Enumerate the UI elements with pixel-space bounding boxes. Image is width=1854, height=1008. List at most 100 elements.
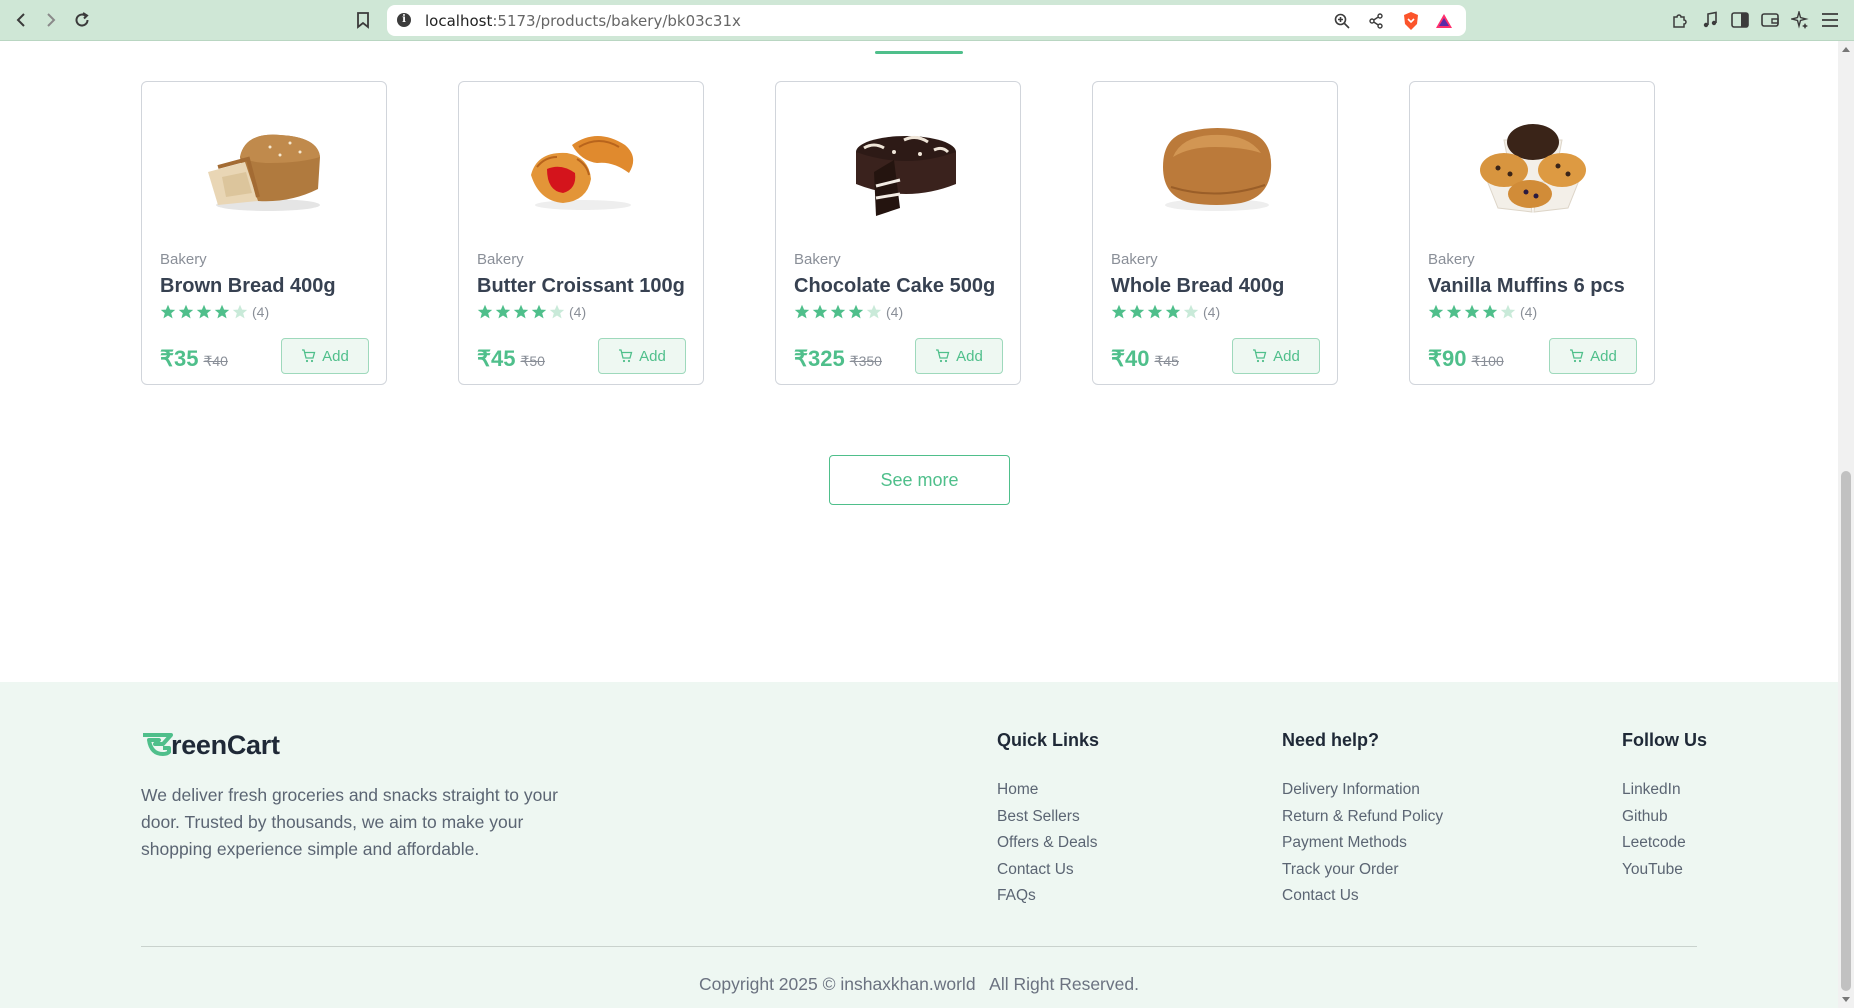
star-rating: (4) <box>160 304 269 320</box>
star-empty-icon <box>866 304 882 319</box>
chocolate-cake-image[interactable] <box>776 102 1022 232</box>
star-filled-icon <box>178 304 194 319</box>
product-name[interactable]: Whole Bread 400g <box>1111 275 1284 298</box>
star-filled-icon <box>477 304 493 319</box>
product-name[interactable]: Butter Croissant 100g <box>477 275 685 298</box>
site-info-icon[interactable]: i <box>397 13 411 27</box>
star-filled-icon <box>1464 304 1480 319</box>
page-scrollbar[interactable] <box>1838 41 1854 1008</box>
media-icon[interactable] <box>1698 8 1722 32</box>
product-card[interactable]: Bakery Vanilla Muffins 6 pcs (4) ₹90 ₹10… <box>1409 81 1655 385</box>
add-to-cart-button[interactable]: Add <box>598 338 686 374</box>
footer-link-delivery-information[interactable]: Delivery Information <box>1282 777 1443 804</box>
forward-icon[interactable] <box>39 8 63 32</box>
original-price: ₹40 <box>203 353 228 369</box>
scrollbar-thumb[interactable] <box>1841 471 1851 991</box>
product-card[interactable]: Bakery Whole Bread 400g (4) ₹40 ₹45 Add <box>1092 81 1338 385</box>
back-icon[interactable] <box>9 8 33 32</box>
star-filled-icon <box>812 304 828 319</box>
add-to-cart-button[interactable]: Add <box>1549 338 1637 374</box>
product-card[interactable]: Bakery Butter Croissant 100g (4) ₹45 ₹50… <box>458 81 704 385</box>
greencart-logo[interactable]: reenCart <box>141 730 280 761</box>
footer-link-leetcode[interactable]: Leetcode <box>1622 830 1707 857</box>
page-content: Bakery Brown Bread 400g (4) ₹35 ₹40 Add <box>0 41 1838 1008</box>
logo-mark-icon <box>143 732 173 756</box>
footer-link-offers-deals[interactable]: Offers & Deals <box>997 830 1099 857</box>
footer-link-best-sellers[interactable]: Best Sellers <box>997 804 1099 831</box>
footer-link-youtube[interactable]: YouTube <box>1622 857 1707 884</box>
current-price: ₹325 <box>794 346 845 371</box>
browser-toolbar: i localhost:5173/products/bakery/bk03c31… <box>0 0 1854 41</box>
add-to-cart-button[interactable]: Add <box>281 338 369 374</box>
footer-link-contact-us[interactable]: Contact Us <box>997 857 1099 884</box>
whole-bread-image[interactable] <box>1093 102 1339 232</box>
star-filled-icon <box>513 304 529 319</box>
follow-us-heading: Follow Us <box>1622 730 1707 750</box>
bookmark-icon[interactable] <box>351 8 375 32</box>
product-category: Bakery <box>794 251 841 268</box>
star-filled-icon <box>794 304 810 319</box>
star-filled-icon <box>1165 304 1181 319</box>
rating-count: (4) <box>252 304 270 320</box>
star-empty-icon <box>549 304 565 319</box>
url-text[interactable]: localhost:5173/products/bakery/bk03c31x <box>425 12 741 30</box>
footer-link-return-refund[interactable]: Return & Refund Policy <box>1282 804 1443 831</box>
footer-link-track-order[interactable]: Track your Order <box>1282 857 1443 884</box>
extensions-icon[interactable] <box>1668 8 1692 32</box>
brave-shield-icon[interactable] <box>1400 10 1422 32</box>
footer-link-faqs[interactable]: FAQs <box>997 883 1099 910</box>
footer-link-home[interactable]: Home <box>997 777 1099 804</box>
original-price: ₹50 <box>520 353 545 369</box>
product-price: ₹35 ₹40 <box>160 346 228 372</box>
wallet-icon[interactable] <box>1758 8 1782 32</box>
brave-rewards-icon[interactable] <box>1433 10 1455 32</box>
footer-link-linkedin[interactable]: LinkedIn <box>1622 777 1707 804</box>
footer: reenCart We deliver fresh groceries and … <box>0 682 1838 1008</box>
current-price: ₹35 <box>160 346 199 371</box>
footer-link-github[interactable]: Github <box>1622 804 1707 831</box>
address-bar[interactable]: i localhost:5173/products/bakery/bk03c31… <box>387 5 1466 36</box>
product-card[interactable]: Bakery Chocolate Cake 500g (4) ₹325 ₹350… <box>775 81 1021 385</box>
cart-icon <box>1253 349 1267 363</box>
add-button-label: Add <box>956 347 983 365</box>
product-price: ₹90 ₹100 <box>1428 346 1504 372</box>
croissant-image[interactable] <box>459 102 705 232</box>
scroll-up-arrow-icon[interactable] <box>1842 47 1850 52</box>
quick-links-column: Quick Links Home Best Sellers Offers & D… <box>997 730 1099 910</box>
star-filled-icon <box>830 304 846 319</box>
star-rating: (4) <box>1111 304 1220 320</box>
add-to-cart-button[interactable]: Add <box>915 338 1003 374</box>
star-filled-icon <box>1482 304 1498 319</box>
star-rating: (4) <box>794 304 903 320</box>
product-name[interactable]: Chocolate Cake 500g <box>794 275 995 298</box>
brown-bread-image[interactable] <box>142 102 388 232</box>
product-category: Bakery <box>1428 251 1475 268</box>
product-category: Bakery <box>1111 251 1158 268</box>
cart-icon <box>619 349 633 363</box>
star-rating: (4) <box>477 304 586 320</box>
zoom-icon[interactable] <box>1331 10 1353 32</box>
menu-icon[interactable] <box>1818 8 1842 32</box>
leo-ai-icon[interactable] <box>1788 8 1812 32</box>
scroll-down-arrow-icon[interactable] <box>1842 997 1850 1002</box>
share-icon[interactable] <box>1365 10 1387 32</box>
add-to-cart-button[interactable]: Add <box>1232 338 1320 374</box>
cart-icon <box>302 349 316 363</box>
reload-icon[interactable] <box>70 8 94 32</box>
product-card[interactable]: Bakery Brown Bread 400g (4) ₹35 ₹40 Add <box>141 81 387 385</box>
section-title-underline <box>875 51 963 54</box>
product-name[interactable]: Brown Bread 400g <box>160 275 336 298</box>
rating-count: (4) <box>1520 304 1538 320</box>
sidebar-icon[interactable] <box>1728 8 1752 32</box>
rating-count: (4) <box>1203 304 1221 320</box>
logo-text: reenCart <box>171 730 280 760</box>
product-name[interactable]: Vanilla Muffins 6 pcs <box>1428 275 1625 298</box>
star-filled-icon <box>1111 304 1127 319</box>
footer-link-payment-methods[interactable]: Payment Methods <box>1282 830 1443 857</box>
see-more-button[interactable]: See more <box>829 455 1010 505</box>
footer-link-contact-us-help[interactable]: Contact Us <box>1282 883 1443 910</box>
star-filled-icon <box>214 304 230 319</box>
product-price: ₹45 ₹50 <box>477 346 545 372</box>
star-filled-icon <box>196 304 212 319</box>
muffins-image[interactable] <box>1410 102 1656 232</box>
